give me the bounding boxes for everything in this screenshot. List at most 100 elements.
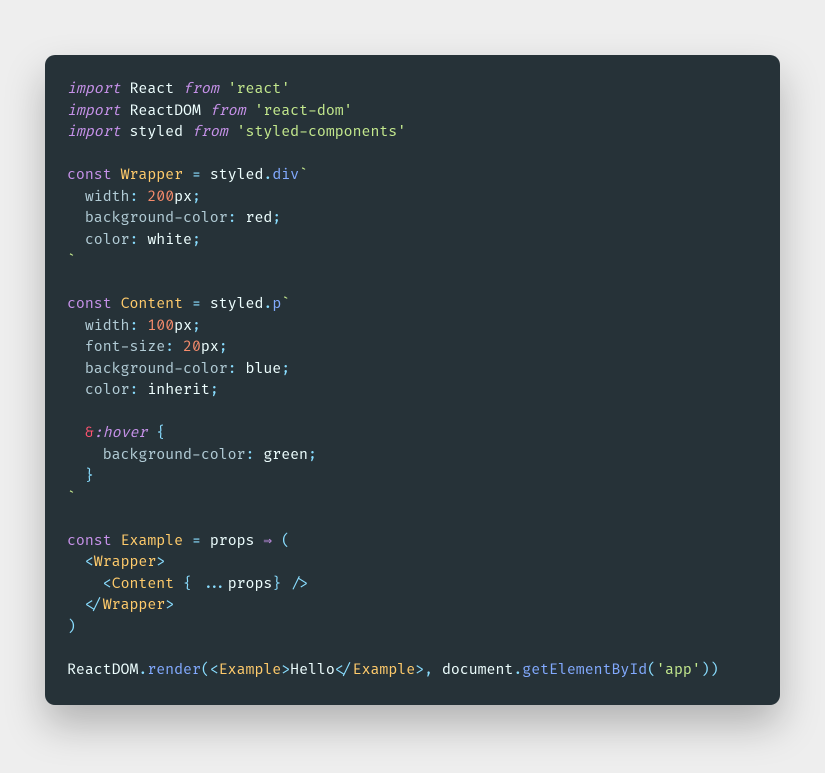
def-content: Content	[121, 296, 183, 313]
op-colon: :	[129, 382, 138, 399]
jsx-example: Example	[219, 662, 281, 679]
keyword-import: import	[67, 81, 121, 98]
css-val: green	[263, 447, 308, 464]
op-slash: /	[344, 662, 353, 679]
op-eq: =	[192, 296, 201, 313]
op-comma: ,	[424, 662, 433, 679]
op-lt: <	[85, 597, 94, 614]
op-rparen: )	[701, 662, 710, 679]
op-rparen: )	[710, 662, 719, 679]
jsx-wrapper: Wrapper	[94, 554, 156, 571]
op-slash: /	[290, 576, 299, 593]
css-val: inherit	[147, 382, 209, 399]
op-eq: =	[192, 533, 201, 550]
keyword-const: const	[67, 167, 112, 184]
fn-gebi: getElementById	[522, 662, 647, 679]
backtick: `	[67, 253, 76, 270]
css-val: blue	[246, 361, 282, 378]
op-lt: <	[210, 662, 219, 679]
fn-div: div	[272, 167, 299, 184]
css-prop: width	[85, 318, 130, 335]
op-lparen: (	[281, 533, 290, 550]
css-prop: font-size	[85, 339, 165, 356]
op-rbrace: }	[272, 576, 281, 593]
ident-reactdom: ReactDOM	[129, 103, 200, 120]
ident-props: props	[210, 533, 255, 550]
num: 20	[183, 339, 201, 356]
op-lbrace: {	[156, 425, 165, 442]
ident-styled: styled	[129, 124, 183, 141]
op-semi: ;	[192, 318, 201, 335]
op-lt: <	[335, 662, 344, 679]
op-colon: :	[129, 189, 138, 206]
string-react: 'react'	[228, 81, 290, 98]
fn-p: p	[272, 296, 281, 313]
op-dot: .	[138, 662, 147, 679]
pseudo-hover: :hover	[94, 425, 148, 442]
jsx-content: Content	[112, 576, 174, 593]
op-lt: <	[85, 554, 94, 571]
unit: px	[174, 318, 192, 335]
op-colon: :	[129, 232, 138, 249]
keyword-const: const	[67, 296, 112, 313]
css-prop: background-color	[85, 361, 228, 378]
op-dot: .	[263, 167, 272, 184]
backtick: `	[299, 167, 308, 184]
unit: px	[201, 339, 219, 356]
keyword-const: const	[67, 533, 112, 550]
ident-react: React	[129, 81, 174, 98]
op-lparen: (	[201, 662, 210, 679]
op-gt: >	[299, 576, 308, 593]
op-lt: <	[103, 576, 112, 593]
ident-styled: styled	[210, 296, 264, 313]
op-slash: /	[94, 597, 103, 614]
ident-styled: styled	[210, 167, 264, 184]
spread: ...	[201, 576, 228, 593]
keyword-from: from	[192, 124, 228, 141]
op-lparen: (	[647, 662, 656, 679]
op-eq: =	[192, 167, 201, 184]
op-dot: .	[513, 662, 522, 679]
css-prop: background-color	[103, 447, 246, 464]
string-styled-components: 'styled-components'	[237, 124, 407, 141]
code-card: import React from 'react' import ReactDO…	[45, 55, 780, 705]
ident-document: document	[442, 662, 513, 679]
backtick: `	[67, 490, 76, 507]
op-semi: ;	[281, 361, 290, 378]
op-rparen: )	[67, 619, 76, 636]
op-colon: :	[228, 210, 237, 227]
op-colon: :	[129, 318, 138, 335]
unit: px	[174, 189, 192, 206]
op-semi: ;	[210, 382, 219, 399]
keyword-import: import	[67, 124, 121, 141]
op-semi: ;	[272, 210, 281, 227]
def-wrapper: Wrapper	[121, 167, 183, 184]
op-semi: ;	[308, 447, 317, 464]
op-colon: :	[165, 339, 174, 356]
css-prop: background-color	[85, 210, 228, 227]
jsx-wrapper: Wrapper	[103, 597, 165, 614]
op-gt: >	[156, 554, 165, 571]
fn-render: render	[147, 662, 201, 679]
css-val: white	[147, 232, 192, 249]
text-hello: Hello	[290, 662, 335, 679]
num: 200	[147, 189, 174, 206]
css-prop: color	[85, 232, 130, 249]
op-gt: >	[281, 662, 290, 679]
ident-reactdom: ReactDOM	[67, 662, 138, 679]
string-app: 'app'	[656, 662, 701, 679]
op-rbrace: }	[85, 468, 94, 485]
op-semi: ;	[192, 232, 201, 249]
op-dot: .	[263, 296, 272, 313]
op-colon: :	[228, 361, 237, 378]
op-gt: >	[165, 597, 174, 614]
css-val: red	[246, 210, 273, 227]
string-react-dom: 'react-dom'	[254, 103, 352, 120]
def-example: Example	[121, 533, 183, 550]
op-colon: :	[245, 447, 254, 464]
code-block: import React from 'react' import ReactDO…	[67, 79, 758, 681]
op-semi: ;	[192, 189, 201, 206]
backtick: `	[281, 296, 290, 313]
css-prop: color	[85, 382, 130, 399]
op-gt: >	[415, 662, 424, 679]
